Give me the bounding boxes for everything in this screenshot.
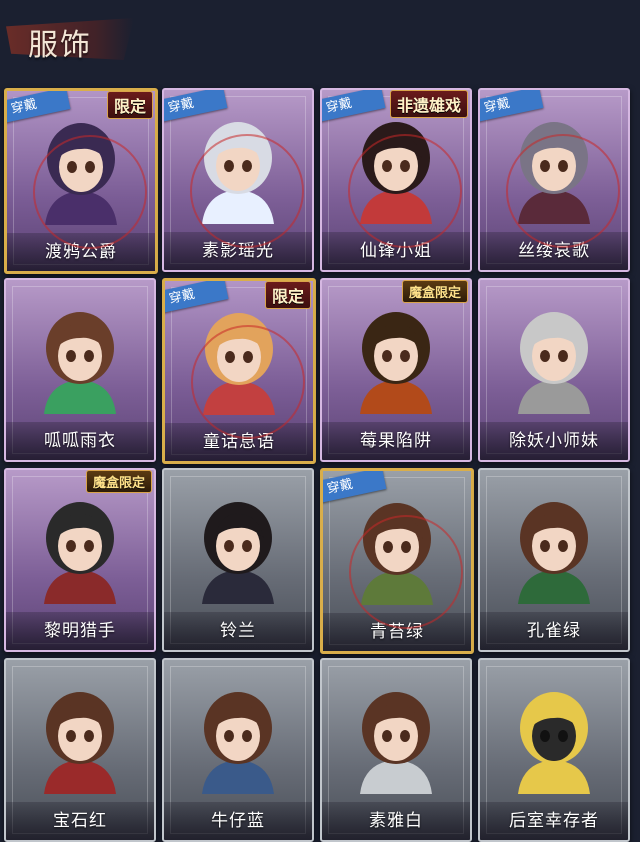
costume-card[interactable]: 莓果陷阱 魔盒限定 — [320, 278, 472, 462]
equipped-ring — [33, 135, 147, 249]
character-portrait — [360, 312, 432, 414]
costume-grid: 渡鸦公爵 穿戴 限定 素影瑶光 穿戴 仙锋小姐 穿戴 非遗雄戏 丝缕哀歌 穿戴呱呱雨衣 童话息语 穿戴… — [4, 88, 636, 842]
character-portrait — [360, 692, 432, 794]
costume-card[interactable]: 黎明猎手 魔盒限定 — [4, 468, 156, 652]
costume-card[interactable]: 青苔绿 穿戴 — [320, 468, 474, 654]
costume-card[interactable]: 后室幸存者 — [478, 658, 630, 842]
costume-name: 呱呱雨衣 — [44, 431, 116, 451]
costume-name: 黎明猎手 — [44, 621, 116, 641]
equipped-ring — [506, 134, 620, 248]
character-portrait — [202, 692, 274, 794]
costume-card[interactable]: 宝石红 — [4, 658, 156, 842]
costume-card[interactable]: 呱呱雨衣 — [4, 278, 156, 462]
costume-name: 后室幸存者 — [509, 811, 599, 831]
equipped-ring — [348, 134, 462, 248]
header: 服饰 — [0, 0, 640, 80]
costume-card[interactable]: 铃兰 — [162, 468, 314, 652]
costume-name: 铃兰 — [220, 621, 256, 641]
costume-card[interactable]: 童话息语 穿戴 限定 — [162, 278, 316, 464]
rarity-badge: 非遗雄戏 — [389, 90, 468, 118]
equipped-ring — [190, 134, 304, 248]
equipped-ring — [191, 325, 305, 439]
costume-card[interactable]: 牛仔蓝 — [162, 658, 314, 842]
character-portrait — [202, 502, 274, 604]
rarity-badge: 魔盒限定 — [401, 280, 468, 303]
costume-name: 宝石红 — [53, 811, 107, 831]
costume-card[interactable]: 仙锋小姐 穿戴 非遗雄戏 — [320, 88, 472, 272]
costume-card[interactable]: 丝缕哀歌 穿戴 — [478, 88, 630, 272]
rarity-badge: 魔盒限定 — [85, 470, 152, 493]
page-title: 服饰 — [28, 28, 92, 63]
equipped-ring — [349, 515, 463, 629]
costume-card[interactable]: 素影瑶光 穿戴 — [162, 88, 314, 272]
costume-card[interactable]: 除妖小师妹 — [478, 278, 630, 462]
costume-name: 牛仔蓝 — [211, 811, 265, 831]
costume-name: 除妖小师妹 — [509, 431, 599, 451]
character-portrait — [518, 692, 590, 794]
character-portrait — [44, 502, 116, 604]
character-portrait — [44, 312, 116, 414]
character-portrait — [44, 692, 116, 794]
costume-name: 孔雀绿 — [527, 621, 581, 641]
costume-card[interactable]: 孔雀绿 — [478, 468, 630, 652]
costume-name: 莓果陷阱 — [360, 431, 432, 451]
character-portrait — [518, 502, 590, 604]
rarity-badge: 限定 — [264, 281, 311, 309]
costume-name: 素雅白 — [369, 811, 423, 831]
rarity-badge: 限定 — [106, 91, 153, 119]
costume-card[interactable]: 渡鸦公爵 穿戴 限定 — [4, 88, 158, 274]
costume-card[interactable]: 素雅白 — [320, 658, 472, 842]
character-portrait — [518, 312, 590, 414]
